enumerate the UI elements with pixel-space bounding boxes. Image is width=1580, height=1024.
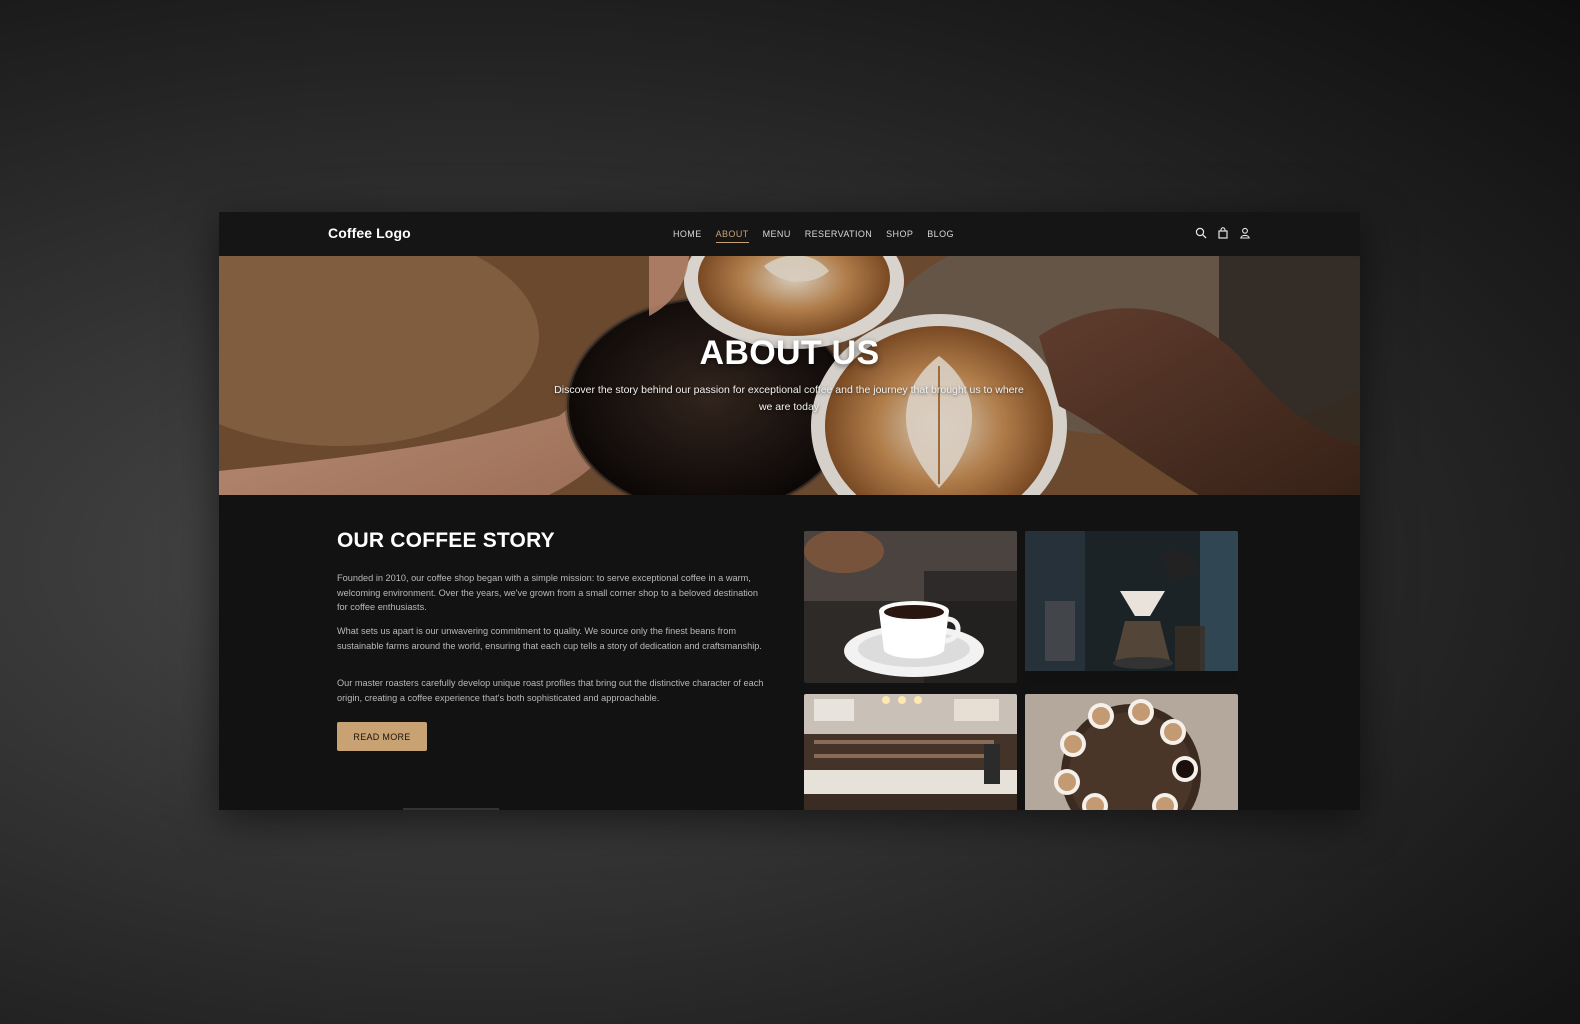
coffee-cup-photo <box>804 531 1017 683</box>
main-menu: HOME ABOUT MENU RESERVATION SHOP BLOG <box>673 212 968 256</box>
nav-blog[interactable]: BLOG <box>927 225 954 243</box>
hero-title: ABOUT US <box>699 334 880 372</box>
cups-on-table-photo <box>1025 694 1238 810</box>
nav-about[interactable]: ABOUT <box>715 225 749 243</box>
story-heading: OUR COFFEE STORY <box>337 529 555 552</box>
browser-page: Coffee Logo HOME ABOUT MENU RESERVATION … <box>219 212 1360 810</box>
nav-menu[interactable]: MENU <box>763 225 791 243</box>
hero-banner: ABOUT US Discover the story behind our p… <box>219 256 1360 495</box>
pour-over-brewing-photo <box>1025 531 1238 683</box>
shopping-bag-icon[interactable] <box>1217 226 1229 240</box>
user-icon[interactable] <box>1239 226 1251 240</box>
nav-shop[interactable]: SHOP <box>886 225 913 243</box>
top-navigation: Coffee Logo HOME ABOUT MENU RESERVATION … <box>219 212 1360 257</box>
cafe-interior-photo <box>804 694 1017 810</box>
nav-reservation[interactable]: RESERVATION <box>805 225 872 243</box>
hero-overlay <box>219 256 1360 495</box>
hero-subtitle: Discover the story behind our passion fo… <box>554 384 1024 413</box>
story-paragraph-3: Our master roasters carefully develop un… <box>337 678 764 703</box>
story-paragraph-1: Founded in 2010, our coffee shop began w… <box>337 573 759 612</box>
search-icon[interactable] <box>1195 226 1207 240</box>
nav-home[interactable]: HOME <box>673 225 702 243</box>
read-more-button[interactable]: READ MORE <box>337 722 427 751</box>
header-icons <box>1195 226 1251 240</box>
site-logo[interactable]: Coffee Logo <box>328 225 411 241</box>
scroll-indicator <box>403 808 499 810</box>
coffee-story-section: OUR COFFEE STORY Founded in 2010, our co… <box>219 495 1360 810</box>
story-paragraph-2: What sets us apart is our unwavering com… <box>337 626 762 651</box>
